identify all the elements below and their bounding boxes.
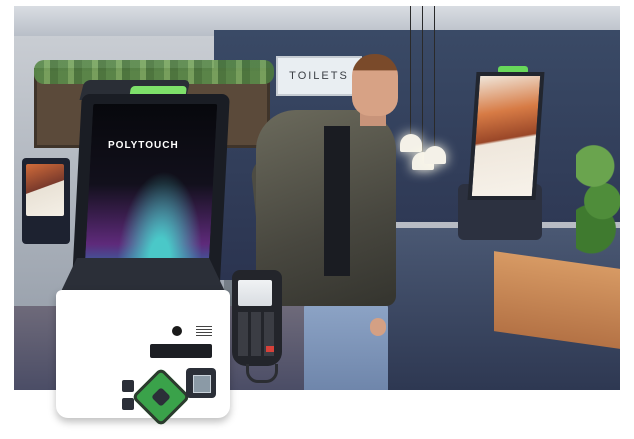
pendant-lamp [400, 134, 422, 152]
camera-icon [172, 326, 182, 336]
lamp-cord [410, 6, 411, 136]
toilets-sign: TOILETS [276, 56, 362, 96]
lamp-cord [422, 6, 423, 154]
person-shirt [324, 126, 350, 276]
side-button[interactable] [122, 380, 134, 392]
person-hand [370, 318, 386, 336]
person-head [352, 54, 398, 116]
background-kiosk-right-screen [467, 72, 545, 200]
potted-plant [576, 124, 620, 264]
person-jeans [304, 302, 388, 390]
background-kiosk-left-screen [26, 164, 64, 216]
payment-terminal-strap [246, 364, 278, 383]
speaker-grille [196, 326, 212, 336]
kiosk-brand-label: POLYTOUCH [108, 140, 179, 151]
payment-terminal-screen [238, 280, 272, 306]
scanner-window [193, 375, 211, 393]
side-button[interactable] [122, 398, 134, 410]
lamp-cord [434, 6, 435, 148]
receipt-printer-slot [150, 344, 212, 358]
cancel-key[interactable] [266, 346, 274, 352]
pendant-lamp [424, 146, 446, 164]
